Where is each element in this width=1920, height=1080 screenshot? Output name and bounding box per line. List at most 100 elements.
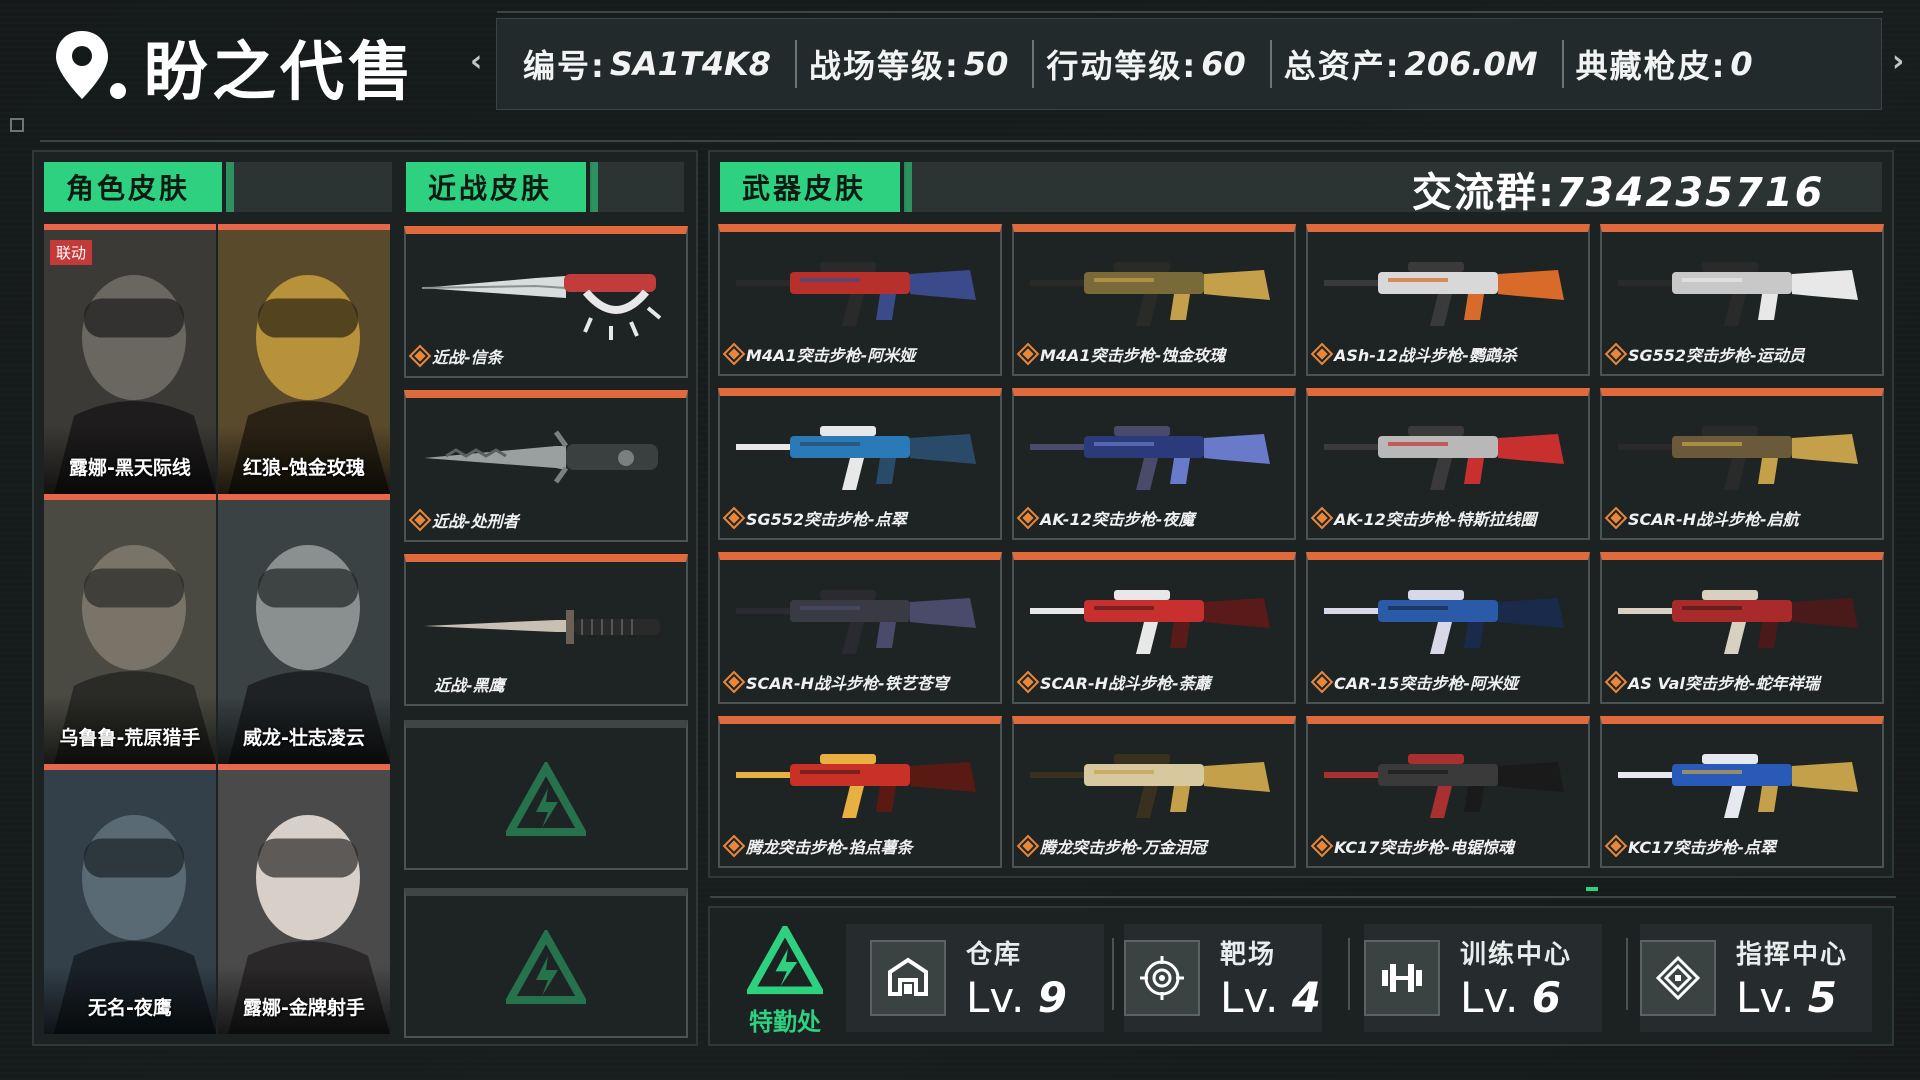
character-card[interactable]: 乌鲁鲁-荒原猎手 [44,494,216,764]
group-contact: 交流群:734235716 [1412,160,1825,218]
weapon-card[interactable]: KC17突击步枪-点翠 [1600,716,1884,868]
melee-card[interactable]: 近战-信条 [404,226,688,378]
weapon-card[interactable]: ASh-12战斗步枪-鹦鹉杀 [1306,224,1590,376]
knife-image [424,610,660,644]
facility-name: 靶场 [1220,940,1277,970]
weapon-name: M4A1突击步枪-蚀金玫瑰 [1040,346,1226,365]
command-icon [1640,940,1716,1016]
character-card[interactable]: 联动 露娜-黑天际线 [44,224,216,494]
weapon-card[interactable]: 腾龙突击步枪-掐点薯条 [718,716,1002,868]
level-prefix: Lv. [966,973,1025,1022]
facility-level: Lv. 4 [1220,973,1321,1022]
stat-label: 典藏枪皮: [1575,47,1727,85]
character-name: 露娜-黑天际线 [69,457,191,479]
facility-training[interactable]: 训练中心 Lv. 6 [1364,924,1602,1032]
weapon-card[interactable]: KC17突击步枪-电锯惊魂 [1306,716,1590,868]
nav-next-icon[interactable]: › [1892,44,1904,79]
stat-value: 206.0M [1404,45,1538,83]
weapon-name: CAR-15突击步枪-阿米娅 [1334,674,1518,693]
diamond-icon [1607,673,1625,691]
weapon-card[interactable]: AK-12突击步枪-特斯拉线圈 [1306,388,1590,540]
diamond-icon [411,511,429,529]
stat-label: 总资产: [1283,47,1401,85]
weapon-name: SCAR-H战斗步枪-铁艺苍穹 [746,674,949,693]
divider [1626,938,1628,1010]
level-value: 9 [1037,973,1067,1022]
diamond-icon [1019,345,1037,363]
facility-range[interactable]: 靶场 Lv. 4 [1124,924,1322,1032]
character-card[interactable]: 无名-夜鹰 [44,764,216,1034]
empty-melee-slot[interactable] [404,888,688,1038]
scroll-indicator [1586,887,1598,891]
weapon-card[interactable]: M4A1突击步枪-阿米娅 [718,224,1002,376]
diamond-icon [1607,837,1625,855]
weapon-card[interactable]: M4A1突击步枪-蚀金玫瑰 [1012,224,1296,376]
item-caption: 近战-信条 [411,344,503,368]
nav-prev-icon[interactable]: ‹ [470,44,482,79]
character-card[interactable]: 威龙-壮志凌云 [218,494,390,764]
character-name: 露娜-金牌射手 [243,997,365,1019]
special-ops-logo[interactable]: 特勤处 [740,922,830,1036]
stat-value: 0 [1730,45,1753,83]
character-card[interactable]: 红狼-蚀金玫瑰 [218,224,390,494]
weapon-name: ASh-12战斗步枪-鹦鹉杀 [1334,346,1517,365]
weapon-image [1030,754,1270,818]
weapon-name: 腾龙突击步枪-掐点薯条 [746,838,913,857]
diamond-icon [1313,673,1331,691]
item-caption: SCAR-H战斗步枪-荼蘼 [1019,670,1211,694]
special-ops-icon [506,762,586,836]
weapon-image [1618,262,1858,326]
weapon-image [1324,590,1564,654]
diamond-icon [1607,509,1625,527]
stat-value: 50 [963,45,1009,83]
weapon-image [1324,426,1564,490]
diamond-icon [1313,509,1331,527]
facility-warehouse[interactable]: 仓库 Lv. 9 [846,924,1104,1032]
item-name: 近战-信条 [432,348,503,367]
weapon-name: KC17突击步枪-点翠 [1628,838,1777,857]
item-caption: 腾龙突击步枪-万金泪冠 [1019,834,1207,858]
diamond-icon [725,509,743,527]
weapon-card[interactable]: SCAR-H战斗步枪-铁艺苍穹 [718,552,1002,704]
weapon-card[interactable]: AK-12突击步枪-夜魔 [1012,388,1296,540]
item-caption: 近战-黑鹰 [434,672,505,696]
diamond-icon [725,345,743,363]
level-prefix: Lv. [1460,973,1519,1022]
stat-value: 60 [1201,45,1246,83]
weapon-card[interactable]: SCAR-H战斗步枪-荼蘼 [1012,552,1296,704]
facility-level: Lv. 5 [1736,973,1848,1022]
item-caption: ASh-12战斗步枪-鹦鹉杀 [1313,342,1517,366]
melee-card[interactable]: 近战-处刑者 [404,390,688,542]
tab-weapon-skins[interactable]: 武器皮肤 [720,162,912,212]
facility-name: 仓库 [966,940,1023,970]
facility-level: Lv. 9 [966,973,1067,1022]
weapon-image [736,262,976,326]
stat-label: 战场等级: [809,47,960,85]
tab-melee-skins[interactable]: 近战皮肤 [406,162,598,212]
weapon-image [1030,262,1270,326]
tab-track [592,162,684,212]
group-label: 交流群: [1412,170,1556,216]
weapon-card[interactable]: CAR-15突击步枪-阿米娅 [1306,552,1590,704]
weapon-card[interactable]: 腾龙突击步枪-万金泪冠 [1012,716,1296,868]
weapon-image [1324,754,1564,818]
weapon-image [1030,590,1270,654]
weapon-card[interactable]: AS Val突击步枪-蛇年祥瑞 [1600,552,1884,704]
item-caption: SCAR-H战斗步枪-启航 [1607,506,1799,530]
location-pin-icon [52,27,128,107]
weapon-card[interactable]: SG552突击步枪-运动员 [1600,224,1884,376]
diamond-icon [1019,509,1037,527]
empty-melee-slot[interactable] [404,720,688,870]
item-caption: SCAR-H战斗步枪-铁艺苍穹 [725,670,949,694]
weapon-card[interactable]: SG552突击步枪-点翠 [718,388,1002,540]
logo-label: 特勤处 [749,1008,821,1036]
character-card[interactable]: 露娜-金牌射手 [218,764,390,1034]
melee-card[interactable]: 近战-黑鹰 [404,554,688,706]
weapon-card[interactable]: SCAR-H战斗步枪-启航 [1600,388,1884,540]
character-name: 无名-夜鹰 [88,997,172,1019]
facility-command[interactable]: 指挥中心 Lv. 5 [1640,924,1872,1032]
item-caption: KC17突击步枪-电锯惊魂 [1313,834,1514,858]
tab-character-skins[interactable]: 角色皮肤 [44,162,234,212]
weapon-image [736,426,976,490]
weapon-image [1618,754,1858,818]
